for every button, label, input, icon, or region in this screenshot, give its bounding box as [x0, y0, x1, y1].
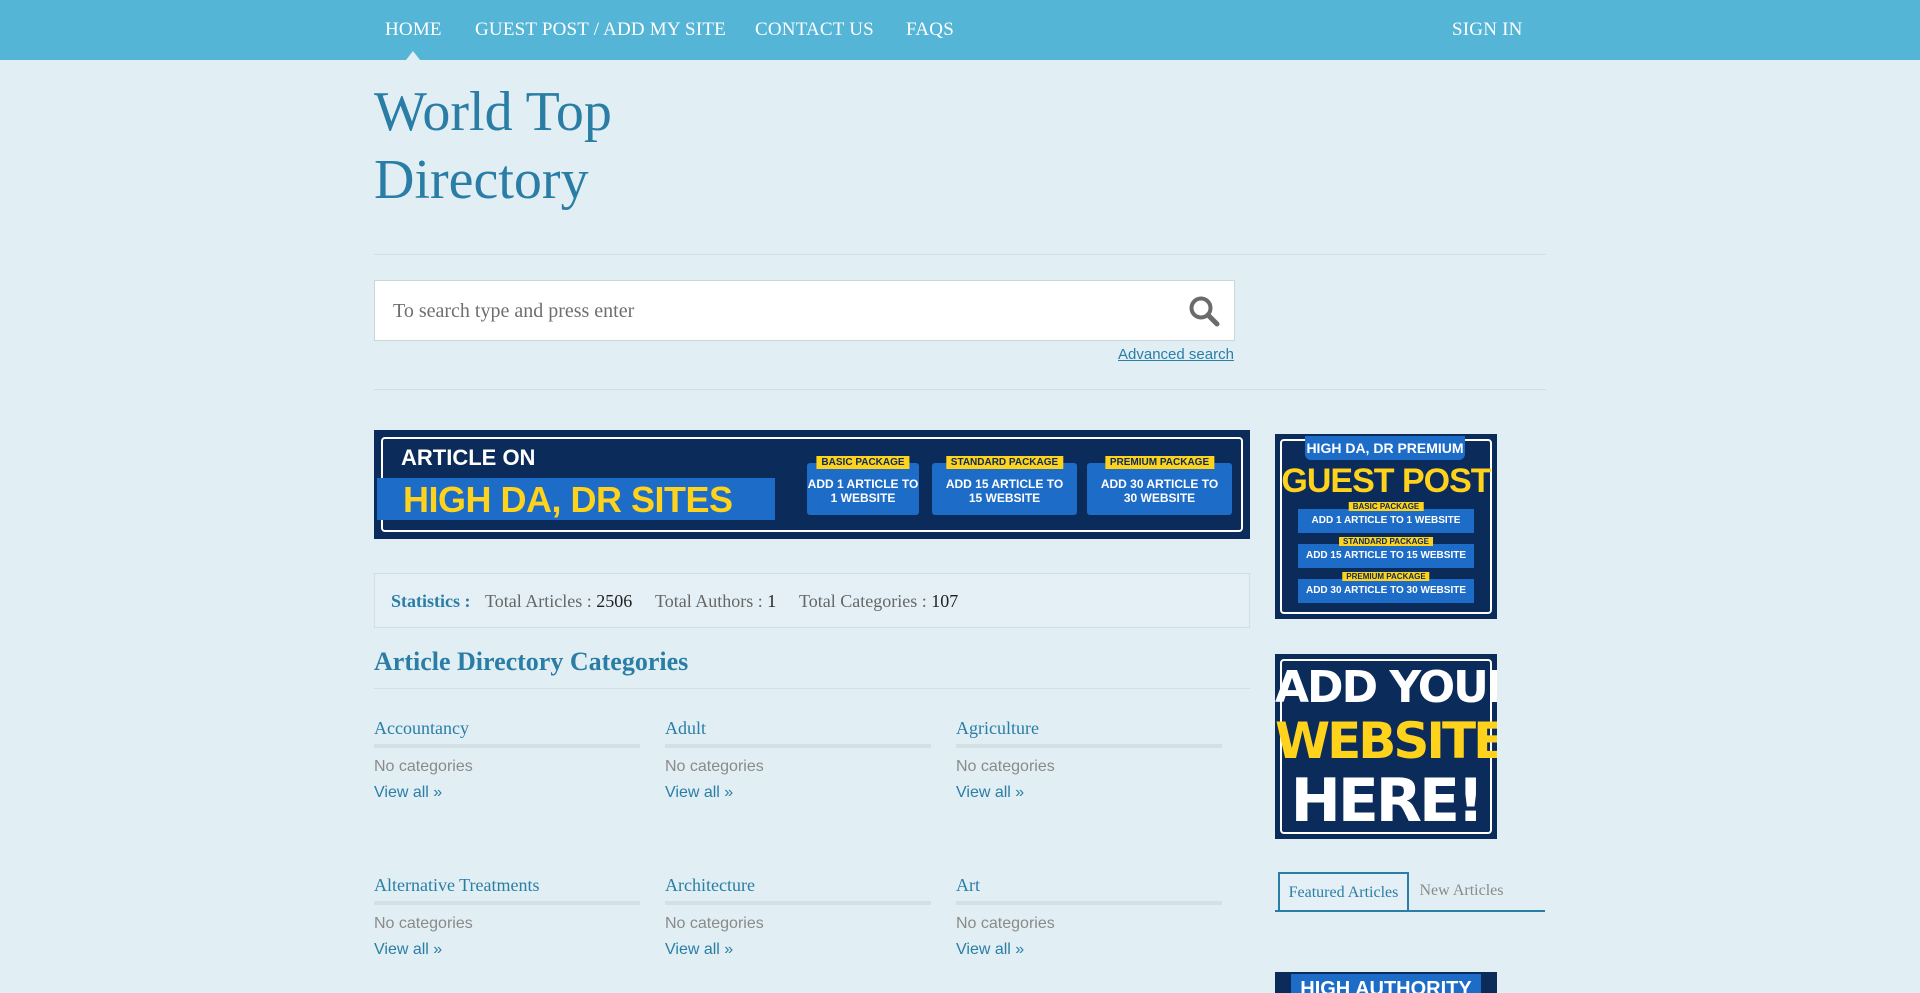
category-view-all-link[interactable]: View all »	[374, 941, 442, 959]
ad-tag: HIGH DA, DR PREMIUM	[1305, 436, 1465, 460]
banner-package-premium: PREMIUM PACKAGE ADD 30 ARTICLE TO 30 WEB…	[1087, 456, 1232, 515]
divider	[374, 389, 1546, 390]
statistics-label: Statistics :	[391, 591, 471, 611]
nav-sign-in[interactable]: SIGN IN	[1452, 19, 1523, 41]
stat-label: Total Articles :	[485, 591, 592, 611]
search-input[interactable]	[393, 297, 1153, 325]
category-subcategories: No categories	[374, 915, 473, 932]
category-view-all-link[interactable]: View all »	[956, 941, 1024, 959]
category-subcategories: No categories	[956, 758, 1055, 775]
category-rule	[956, 901, 1222, 905]
category-view-all-link[interactable]: View all »	[665, 941, 733, 959]
package-tag: PREMIUM PACKAGE	[1342, 572, 1430, 581]
category-subcategories: No categories	[374, 758, 473, 775]
high-authority-ad[interactable]: HIGH AUTHORITY	[1275, 972, 1497, 993]
category-rule	[374, 744, 640, 748]
category-view-all-link[interactable]: View all »	[374, 784, 442, 802]
package-text: ADD 15 ARTICLE TO 15 WEBSITE	[1305, 550, 1467, 561]
guest-post-ad[interactable]: HIGH DA, DR PREMIUM GUEST POST BASIC PAC…	[1275, 434, 1497, 619]
banner-line2: HIGH DA, DR SITES	[403, 479, 733, 520]
category-view-all-link[interactable]: View all »	[956, 784, 1024, 802]
active-nav-indicator	[406, 51, 420, 60]
ad-package-basic: BASIC PACKAGE ADD 1 ARTICLE TO 1 WEBSITE	[1298, 502, 1474, 533]
ad-package-standard: STANDARD PACKAGE ADD 15 ARTICLE TO 15 WE…	[1298, 537, 1474, 568]
nav-contact-us[interactable]: CONTACT US	[755, 19, 874, 41]
package-text-line2: 15 WEBSITE	[968, 491, 1041, 505]
tabs-underline	[1275, 910, 1545, 912]
tab-new-articles[interactable]: New Articles	[1409, 872, 1514, 912]
search-box	[374, 280, 1235, 341]
stat-value: 107	[931, 591, 959, 611]
package-text-line2: 1 WEBSITE	[830, 491, 896, 505]
package-text: ADD 15 ARTICLE TO 15 WEBSITE	[932, 477, 1077, 505]
tab-featured-articles[interactable]: Featured Articles	[1278, 872, 1409, 912]
statistics-bar: Statistics : Total Articles : 2506 Total…	[374, 573, 1250, 628]
divider	[374, 688, 1250, 689]
stat-total-categories: Total Categories : 107	[799, 591, 958, 612]
stat-value: 1	[767, 591, 777, 611]
ad-line3: HERE!	[1290, 766, 1485, 836]
ad-title: GUEST POST	[1281, 462, 1491, 500]
add-your-website-ad[interactable]: ADD YOUR WEBSITE HERE!	[1275, 654, 1497, 839]
advanced-search-link[interactable]: Advanced search	[1118, 346, 1234, 363]
banner-package-standard: STANDARD PACKAGE ADD 15 ARTICLE TO 15 WE…	[932, 456, 1077, 515]
search-icon[interactable]	[1188, 295, 1220, 327]
package-text-line1: ADD 1 ARTICLE TO	[807, 477, 919, 491]
ad-line1: ADD YOUR	[1275, 662, 1497, 713]
nav-home[interactable]: HOME	[385, 19, 442, 41]
stat-label: Total Authors :	[655, 591, 763, 611]
category-title[interactable]: Art	[956, 875, 980, 896]
package-tag: BASIC PACKAGE	[1348, 502, 1424, 511]
category-title[interactable]: Agriculture	[956, 718, 1039, 739]
categories-heading: Article Directory Categories	[374, 647, 689, 676]
package-tag: BASIC PACKAGE	[816, 456, 910, 469]
package-text-line1: ADD 15 ARTICLE TO	[945, 477, 1064, 491]
banner-package-basic: BASIC PACKAGE ADD 1 ARTICLE TO 1 WEBSITE	[807, 456, 919, 515]
banner-line1: ARTICLE ON	[401, 445, 536, 470]
package-text-line2: 30 WEBSITE	[1123, 491, 1196, 505]
ad-package-premium: PREMIUM PACKAGE ADD 30 ARTICLE TO 30 WEB…	[1298, 572, 1474, 603]
top-navigation: HOME GUEST POST / ADD MY SITE CONTACT US…	[0, 0, 1920, 60]
category-rule	[956, 744, 1222, 748]
category-title[interactable]: Accountancy	[374, 718, 469, 739]
site-title-line2: Directory	[374, 149, 589, 211]
package-tag: STANDARD PACKAGE	[945, 456, 1064, 469]
category-title[interactable]: Adult	[665, 718, 706, 739]
category-rule	[665, 744, 931, 748]
article-banner-ad[interactable]: ARTICLE ON HIGH DA, DR SITES BASIC PACKA…	[374, 430, 1250, 539]
stat-total-articles: Total Articles : 2506	[485, 591, 632, 612]
stat-total-authors: Total Authors : 1	[655, 591, 776, 612]
category-subcategories: No categories	[956, 915, 1055, 932]
package-tag: STANDARD PACKAGE	[1339, 537, 1433, 546]
stat-label: Total Categories :	[799, 591, 927, 611]
category-subcategories: No categories	[665, 758, 764, 775]
package-text: ADD 1 ARTICLE TO 1 WEBSITE	[807, 477, 919, 505]
category-rule	[374, 901, 640, 905]
category-view-all-link[interactable]: View all »	[665, 784, 733, 802]
category-subcategories: No categories	[665, 915, 764, 932]
stat-value: 2506	[596, 591, 633, 611]
site-title-line1: World Top	[374, 81, 612, 143]
category-rule	[665, 901, 931, 905]
ad-text: HIGH AUTHORITY	[1291, 974, 1481, 993]
package-text: ADD 30 ARTICLE TO 30 WEBSITE	[1305, 585, 1467, 596]
category-title[interactable]: Alternative Treatments	[374, 875, 539, 896]
package-text-line1: ADD 30 ARTICLE TO	[1100, 477, 1219, 491]
package-tag: PREMIUM PACKAGE	[1104, 456, 1215, 469]
category-title[interactable]: Architecture	[665, 875, 755, 896]
divider	[374, 254, 1546, 255]
package-text: ADD 1 ARTICLE TO 1 WEBSITE	[1311, 515, 1461, 526]
nav-faqs[interactable]: FAQS	[906, 19, 954, 41]
package-text: ADD 30 ARTICLE TO 30 WEBSITE	[1087, 477, 1232, 505]
nav-guest-post[interactable]: GUEST POST / ADD MY SITE	[475, 19, 726, 41]
ad-line2: WEBSITE	[1275, 712, 1497, 770]
site-title[interactable]: World Top Directory	[374, 78, 794, 214]
